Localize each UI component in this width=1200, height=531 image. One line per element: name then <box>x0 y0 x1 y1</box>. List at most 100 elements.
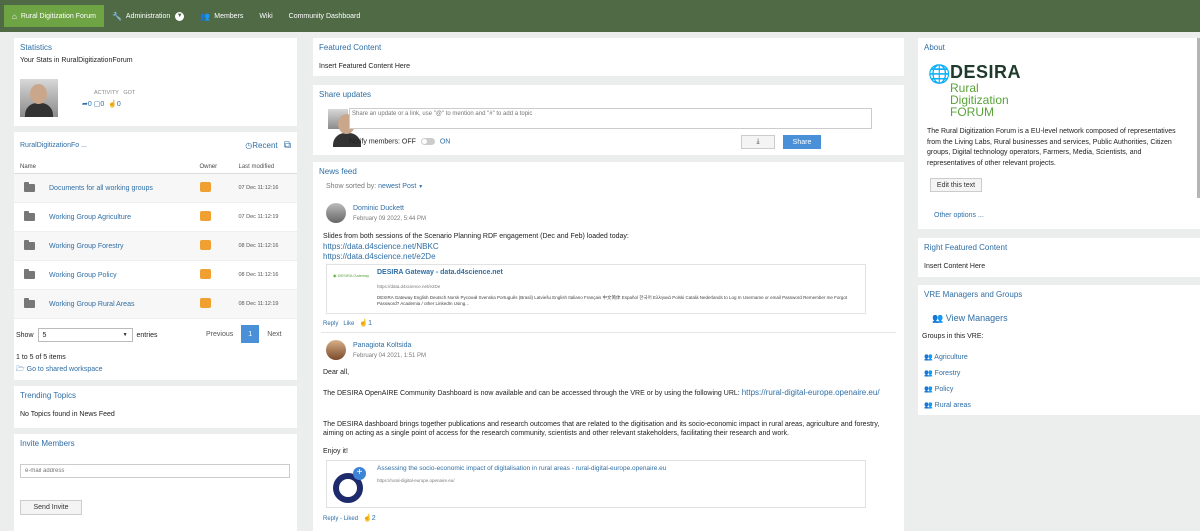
table-row[interactable]: Working Group Policy 08 Dec 11:12:16 <box>14 261 297 290</box>
folder-link[interactable]: Documents for all working groups <box>49 185 153 192</box>
users-icon: 👥 <box>200 11 211 21</box>
preview-title[interactable]: Assessing the socio-economic impact of d… <box>377 465 666 472</box>
nav-administration[interactable]: 🔧 Administration ▼ <box>104 5 192 27</box>
post-date: February 09 2022, 5:44 PM <box>353 216 427 222</box>
chevron-down-icon: ▼ <box>122 332 128 338</box>
folder-link[interactable]: Working Group Policy <box>49 272 117 279</box>
right-featured-text: Insert Content Here <box>924 263 986 270</box>
nav-members[interactable]: 👥 Members <box>192 5 251 27</box>
folder-open-icon: 🗁 <box>16 366 25 373</box>
other-options-link[interactable]: Other options ... <box>934 212 984 219</box>
upload-icon: ⤓ <box>756 138 760 145</box>
stats-subtitle: Your Stats in RuralDigitizationForum <box>20 57 133 64</box>
vre-managers-panel: VRE Managers and Groups 👥 View Managers … <box>918 285 1200 415</box>
table-row[interactable]: Working Group Agriculture 07 Dec 11:12:1… <box>14 203 297 232</box>
panel-title: Statistics <box>20 43 53 52</box>
group-name: Rural areas <box>934 402 971 409</box>
group-link[interactable]: 👥 Policy <box>924 382 971 398</box>
send-invite-button[interactable]: Send Invite <box>20 500 82 515</box>
post-link[interactable]: https://rural-digital-europe.openaire.eu… <box>742 388 880 397</box>
next-button[interactable]: Next <box>267 331 281 338</box>
link-preview[interactable]: ◉ DESIRA Gateway DESIRA Gateway - data.d… <box>326 264 866 314</box>
chevron-down-icon[interactable]: ▼ <box>175 11 185 21</box>
page-size-control: Show 5 ▼ entries <box>16 328 158 342</box>
notify-label: Notify members: OFF <box>349 138 416 146</box>
reply-link[interactable]: Reply <box>323 321 338 327</box>
group-link[interactable]: 👥 Agriculture <box>924 350 971 366</box>
table-header: Name Owner Last modified <box>14 160 297 174</box>
users-icon: 👥 <box>924 402 933 409</box>
post-author[interactable]: Panagiota Koltsida <box>353 342 411 349</box>
panel-title: Trending Topics <box>20 391 77 400</box>
users-icon: 👥 <box>924 370 933 377</box>
nav-wiki[interactable]: Wiki <box>251 5 280 27</box>
edit-text-button[interactable]: Edit this text <box>930 178 982 192</box>
table-row[interactable]: Working Group Rural Areas 08 Dec 11:12:1… <box>14 290 297 319</box>
like-link[interactable]: Like <box>343 321 354 327</box>
group-link[interactable]: 👥 Rural areas <box>924 398 971 414</box>
post-text-part: The DESIRA OpenAIRE Community Dashboard … <box>323 390 740 397</box>
external-link-icon[interactable]: ⧉ <box>284 140 291 151</box>
post-greeting: Dear all, <box>323 369 350 376</box>
show-label: Show <box>16 331 34 339</box>
post-link[interactable]: https://data.d4science.net/NBKC <box>323 242 439 251</box>
table-row[interactable]: Working Group Forestry 08 Dec 11:12:16 <box>14 232 297 261</box>
notify-members-control[interactable]: Notify members: OFF ON <box>349 138 450 145</box>
share-button[interactable]: Share <box>783 135 821 149</box>
openaire-logo: + <box>333 467 369 503</box>
avatar[interactable] <box>326 203 346 223</box>
post-author[interactable]: Dominic Duckett <box>353 205 404 212</box>
like-link[interactable]: Liked <box>344 516 358 522</box>
nav-label: Community Dashboard <box>288 12 361 20</box>
divider <box>321 332 896 333</box>
column-name: Name <box>20 163 37 170</box>
statistics-panel: Statistics Your Stats in RuralDigitizati… <box>14 38 297 126</box>
goto-shared-workspace[interactable]: 🗁 Go to shared workspace <box>16 365 103 376</box>
nav-rural-digitization-forum[interactable]: ⌂ Rural Digitization Forum <box>4 5 104 27</box>
notify-toggle[interactable] <box>420 138 435 145</box>
link-preview[interactable]: + Assessing the socio-economic impact of… <box>326 460 866 508</box>
previous-button[interactable]: Previous <box>206 331 233 338</box>
owner-badge <box>199 211 211 221</box>
email-field[interactable] <box>20 464 290 478</box>
activity-label: ACTIVITY <box>94 90 119 96</box>
nav-community-dashboard[interactable]: Community Dashboard <box>281 5 369 27</box>
about-text: The Rural Digitization Forum is a EU-lev… <box>927 128 1176 167</box>
preview-title[interactable]: DESIRA Gateway - data.d4science.net <box>377 269 503 276</box>
folder-link[interactable]: Working Group Forestry <box>49 243 124 250</box>
reply-link[interactable]: Reply <box>323 516 338 522</box>
panel-title: Right Featured Content <box>924 243 1008 252</box>
page-size-select[interactable]: 5 ▼ <box>37 328 133 342</box>
users-icon: 👥 <box>924 386 933 393</box>
group-link[interactable]: 👥 Forestry <box>924 366 971 382</box>
sort-dropdown[interactable]: newest Post ▼ <box>378 183 423 190</box>
gateway-logo: ◉ DESIRA Gateway <box>333 273 370 278</box>
view-managers-link[interactable]: 👥 View Managers <box>932 313 1008 324</box>
logo-word: DESIRA <box>950 62 1022 82</box>
sort-value: newest Post <box>378 183 417 190</box>
trending-topics-panel: Trending Topics No Topics found in News … <box>14 386 297 428</box>
folder-link[interactable]: Working Group Rural Areas <box>49 301 134 308</box>
invite-members-panel: Invite Members Send Invite <box>14 434 297 531</box>
owner-badge <box>199 240 211 250</box>
nav-label: Administration <box>125 12 171 20</box>
avatar <box>328 109 361 147</box>
modified-date: 08 Dec 11:12:16 <box>238 272 279 278</box>
share-update-input[interactable] <box>349 108 872 129</box>
post-link[interactable]: https://data.d4science.net/e2De <box>323 252 436 261</box>
got-label: GOT <box>123 90 136 96</box>
wrench-icon: 🔧 <box>111 11 122 21</box>
recent-link[interactable]: ◷Recent ⧉ <box>245 140 291 151</box>
thumbs-up-icon: ☝ <box>359 320 369 327</box>
post-text: The DESIRA dashboard brings together pub… <box>323 421 880 437</box>
column-modified: Last modified <box>238 163 275 170</box>
upload-button[interactable]: ⤓ <box>741 135 775 149</box>
folder-icon <box>24 298 35 308</box>
avatar[interactable] <box>20 79 58 117</box>
avatar[interactable] <box>326 340 346 360</box>
folder-link[interactable]: Working Group Agriculture <box>49 214 131 221</box>
users-icon: 👥 <box>924 354 933 361</box>
stats-labels: ACTIVITY GOT <box>94 90 135 96</box>
page-1-button[interactable]: 1 <box>241 325 260 343</box>
table-row[interactable]: Documents for all working groups 07 Dec … <box>14 174 297 203</box>
